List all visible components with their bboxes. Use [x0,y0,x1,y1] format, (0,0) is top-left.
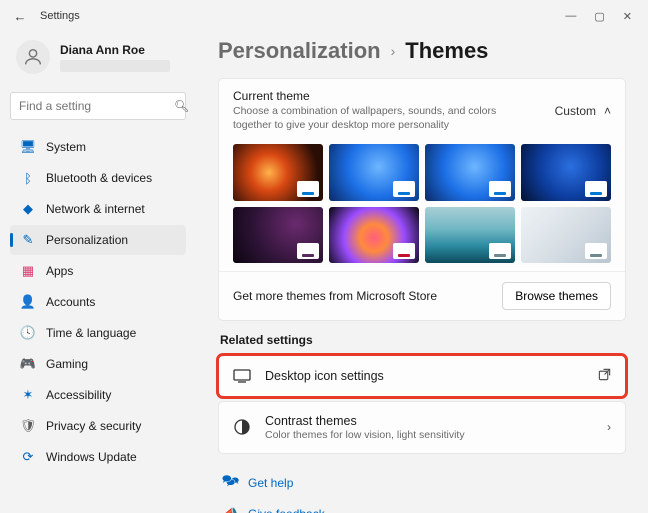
nav-icon: ⟳ [20,449,36,465]
desktop-icon [233,369,251,383]
theme-thumbnail[interactable] [233,207,323,263]
sidebar-item-accessibility[interactable]: ✶ Accessibility [10,380,186,410]
sidebar-item-system[interactable]: 🖥 System [10,132,186,162]
page-title: Themes [405,38,488,64]
breadcrumb: Personalization › Themes [218,38,626,64]
help-icon: 🗫 [222,472,238,494]
settings-row-contrast-themes[interactable]: Contrast themesColor themes for low visi… [218,401,626,454]
sidebar-item-apps[interactable]: ▦ Apps [10,256,186,286]
sidebar-item-accounts[interactable]: 👤 Accounts [10,287,186,317]
sidebar-item-network-internet[interactable]: ◆ Network & internet [10,194,186,224]
breadcrumb-parent[interactable]: Personalization [218,38,381,64]
open-external-icon [598,368,611,384]
sidebar-item-windows-update[interactable]: ⟳ Windows Update [10,442,186,472]
expand-theme[interactable]: Custom ˄ [555,89,611,132]
row-desc: Color themes for low vision, light sensi… [265,429,465,441]
theme-accent-preview [585,181,607,197]
row-title: Contrast themes [265,414,465,428]
user-name: Diana Ann Roe [60,43,170,57]
theme-accent-preview [393,243,415,259]
nav-icon: 🖥 [20,139,36,155]
chevron-right-icon: › [391,43,396,59]
nav-label: Personalization [46,233,128,247]
theme-thumbnail[interactable] [329,144,419,200]
nav-icon: ✎ [20,232,36,248]
theme-accent-preview [393,181,415,197]
contrast-icon [233,419,251,435]
theme-accent-preview [489,243,511,259]
theme-thumbnail[interactable] [521,207,611,263]
theme-thumbnail[interactable] [233,144,323,200]
theme-accent-preview [297,243,319,259]
sidebar-item-bluetooth-devices[interactable]: ᛒ Bluetooth & devices [10,163,186,193]
row-title: Desktop icon settings [265,369,384,383]
theme-thumbnail[interactable] [425,207,515,263]
store-text: Get more themes from Microsoft Store [233,289,437,303]
nav-label: Privacy & security [46,419,141,433]
nav-label: Bluetooth & devices [46,171,152,185]
nav-label: Accounts [46,295,95,309]
nav-icon: ▦ [20,263,36,279]
theme-thumbnail[interactable] [329,207,419,263]
user-email-redacted [60,60,170,72]
maximize-button[interactable]: ▢ [594,10,604,23]
nav-icon: 🛡 [20,418,36,434]
nav-icon: ᛒ [20,170,36,186]
window-title: Settings [40,10,80,22]
search-box[interactable]: 🔍︎ [10,92,186,120]
nav-icon: ◆ [20,201,36,217]
back-button[interactable]: ← [8,9,32,24]
nav-icon: 🕓 [20,325,36,341]
card-desc: Choose a combination of wallpapers, soun… [233,105,533,132]
search-icon: 🔍︎ [174,99,189,113]
theme-accent-preview [297,181,319,197]
nav-label: Network & internet [46,202,145,216]
card-title: Current theme [233,89,533,103]
sidebar-item-personalization[interactable]: ✎ Personalization [10,225,186,255]
nav-label: Apps [46,264,73,278]
nav-label: Gaming [46,357,88,371]
sidebar-item-privacy-security[interactable]: 🛡 Privacy & security [10,411,186,441]
theme-thumbnail[interactable] [521,144,611,200]
close-button[interactable]: ✕ [623,10,632,23]
sidebar-item-gaming[interactable]: 🎮 Gaming [10,349,186,379]
theme-accent-preview [489,181,511,197]
theme-accent-preview [585,243,607,259]
chevron-right-icon: › [607,420,611,434]
theme-thumbnail[interactable] [425,144,515,200]
user-account[interactable]: Diana Ann Roe [10,36,186,84]
related-settings-title: Related settings [220,333,626,347]
nav-icon: 🎮 [20,356,36,372]
feedback-icon: 📣 [222,506,238,513]
nav-icon: ✶ [20,387,36,403]
nav-label: Windows Update [46,450,137,464]
current-theme-card: Current theme Choose a combination of wa… [218,78,626,321]
get-help-link[interactable]: 🗫 Get help [218,466,626,500]
avatar-icon [16,40,50,74]
nav-icon: 👤 [20,294,36,310]
search-input[interactable] [19,99,174,113]
browse-themes-button[interactable]: Browse themes [502,282,611,310]
nav-label: Time & language [46,326,136,340]
settings-row-desktop-icon-settings[interactable]: Desktop icon settings [218,355,626,397]
minimize-button[interactable]: ― [565,10,576,23]
nav-label: Accessibility [46,388,111,402]
sidebar-item-time-language[interactable]: 🕓 Time & language [10,318,186,348]
chevron-up-icon: ˄ [604,104,611,118]
nav-label: System [46,140,86,154]
give-feedback-link[interactable]: 📣 Give feedback [218,500,626,513]
